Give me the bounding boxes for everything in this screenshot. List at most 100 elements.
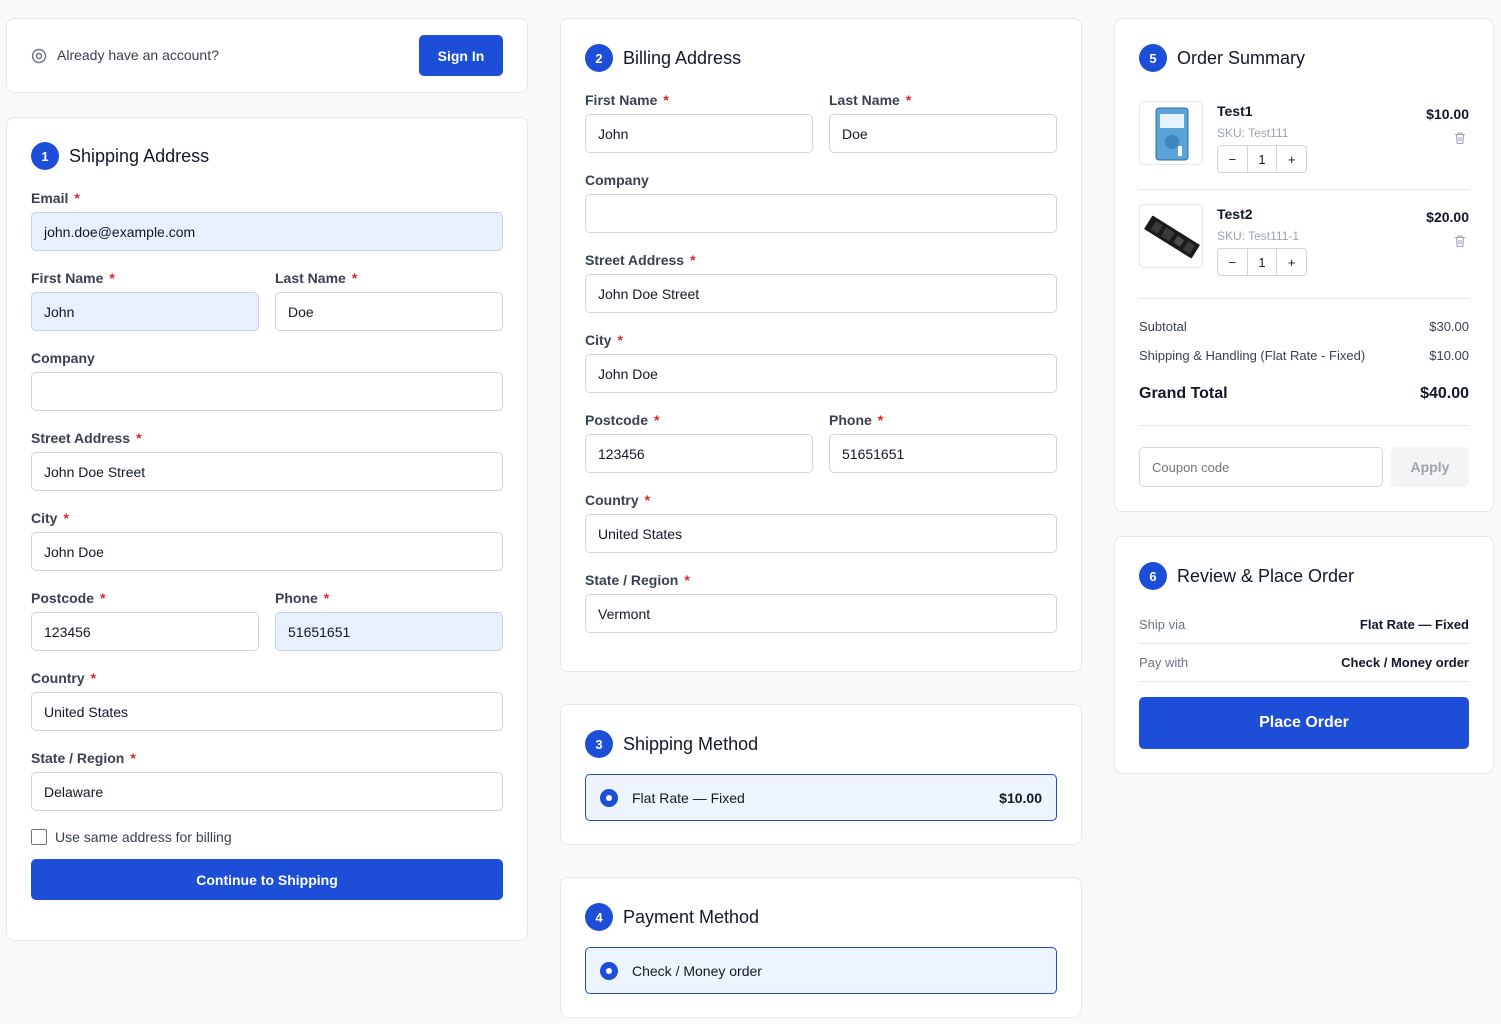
increase-button[interactable]: +: [1277, 249, 1306, 275]
divider: [1139, 298, 1469, 299]
divider: [1139, 681, 1469, 682]
step-badge: 6: [1139, 562, 1167, 590]
divider: [1139, 643, 1469, 644]
email-field: Email * john.doe@example.com: [31, 189, 503, 251]
trash-icon[interactable]: [1453, 131, 1467, 145]
last-name-input[interactable]: Doe: [275, 292, 503, 331]
state-label: State / Region: [585, 572, 679, 588]
item-sku: SKU: Test111: [1217, 126, 1289, 140]
postcode-input[interactable]: 123456: [31, 612, 259, 651]
billing-country-field: Country * United States: [585, 491, 1057, 553]
radio-selected[interactable]: [600, 788, 618, 807]
city-field: City * John Doe: [31, 509, 503, 571]
required-mark: *: [905, 92, 912, 108]
state-select[interactable]: Delaware: [31, 772, 503, 811]
required-mark: *: [323, 590, 330, 606]
postcode-field: Postcode * 123456: [31, 589, 259, 651]
payment-option-check[interactable]: Check / Money order: [585, 947, 1057, 994]
last-name-label: Last Name: [275, 270, 346, 286]
first-name-input[interactable]: John: [31, 292, 259, 331]
billing-country-select[interactable]: United States: [585, 514, 1057, 553]
billing-state-select[interactable]: Vermont: [585, 594, 1057, 633]
billing-postcode-input[interactable]: 123456: [585, 434, 813, 473]
quantity-stepper: − 1 +: [1217, 248, 1307, 276]
postcode-label: Postcode: [31, 590, 95, 606]
first-name-label: First Name: [585, 92, 658, 108]
apply-button[interactable]: Apply: [1391, 447, 1469, 487]
place-order-button[interactable]: Place Order: [1139, 697, 1469, 749]
quantity-value[interactable]: 1: [1246, 146, 1278, 172]
street-input[interactable]: John Doe Street: [31, 452, 503, 491]
subtotal-value: $30.00: [1429, 319, 1469, 334]
same-billing-checkbox[interactable]: Use same address for billing: [31, 829, 232, 845]
billing-company-input[interactable]: [585, 194, 1057, 233]
trash-icon[interactable]: [1453, 234, 1467, 248]
shipping-row: Shipping & Handling (Flat Rate - Fixed) …: [1139, 348, 1469, 363]
required-mark: *: [130, 750, 136, 766]
shipping-method-card: 3 Shipping Method Flat Rate — Fixed $10.…: [560, 704, 1082, 845]
grand-total-row: Grand Total $40.00: [1139, 385, 1469, 403]
billing-phone-input[interactable]: 51651651: [829, 434, 1057, 473]
last-name-label: Last Name: [829, 92, 900, 108]
first-name-field: First Name * John: [31, 269, 259, 331]
grand-total-label: Grand Total: [1139, 385, 1228, 402]
phone-input[interactable]: 51651651: [275, 612, 503, 651]
billing-street-input[interactable]: John Doe Street: [585, 274, 1057, 313]
ship-via-label: Ship via: [1139, 617, 1186, 632]
city-label: City: [585, 332, 612, 348]
state-field: State / Region * Delaware: [31, 749, 503, 811]
signin-prompt: Already have an account?: [57, 47, 219, 63]
company-input[interactable]: [31, 372, 503, 411]
coupon-input[interactable]: [1139, 447, 1383, 487]
review-card: 6 Review & Place Order Ship via Flat Rat…: [1114, 536, 1494, 774]
billing-city-input[interactable]: John Doe: [585, 354, 1057, 393]
required-mark: *: [877, 412, 884, 428]
ship-via-row: Ship via Flat Rate — Fixed: [1139, 617, 1469, 632]
quantity-stepper: − 1 +: [1217, 145, 1307, 173]
country-select[interactable]: United States: [31, 692, 503, 731]
decrease-button[interactable]: −: [1218, 249, 1247, 275]
billing-first-name-input[interactable]: John: [585, 114, 813, 153]
radio-selected[interactable]: [600, 961, 618, 980]
grand-total-value: $40.00: [1420, 385, 1469, 402]
payment-method-card: 4 Payment Method Check / Money order: [560, 877, 1082, 1018]
billing-city-field: City * John Doe: [585, 331, 1057, 393]
required-mark: *: [690, 252, 696, 268]
step-badge: 2: [585, 44, 613, 72]
shipping-option-price: $10.00: [999, 789, 1042, 806]
checkbox-box[interactable]: [31, 829, 47, 845]
required-mark: *: [100, 590, 106, 606]
billing-first-name-field: First Name * John: [585, 91, 813, 153]
shipping-address-card: 1 Shipping Address Email * john.doe@examp…: [6, 117, 528, 941]
required-mark: *: [351, 270, 358, 286]
billing-address-card: 2 Billing Address First Name * John Last …: [560, 18, 1082, 672]
shipping-method-header: 3 Shipping Method: [585, 730, 758, 758]
city-input[interactable]: John Doe: [31, 532, 503, 571]
subtotal-label: Subtotal: [1139, 319, 1187, 334]
order-summary-header: 5 Order Summary: [1139, 44, 1305, 72]
billing-last-name-field: Last Name * Doe: [829, 91, 1057, 153]
shipping-option-flat-rate[interactable]: Flat Rate — Fixed $10.00: [585, 774, 1057, 821]
sign-in-button[interactable]: Sign In: [419, 35, 503, 76]
step-badge: 3: [585, 730, 613, 758]
street-field: Street Address * John Doe Street: [31, 429, 503, 491]
divider: [1139, 425, 1469, 426]
street-label: Street Address: [31, 430, 131, 446]
continue-to-shipping-button[interactable]: Continue to Shipping: [31, 859, 503, 900]
city-label: City: [31, 510, 58, 526]
billing-last-name-input[interactable]: Doe: [829, 114, 1057, 153]
item-price: $10.00: [1426, 106, 1469, 122]
payment-method-header: 4 Payment Method: [585, 903, 759, 931]
increase-button[interactable]: +: [1277, 146, 1306, 172]
required-mark: *: [684, 572, 690, 588]
billing-postcode-field: Postcode * 123456: [585, 411, 813, 473]
street-label: Street Address: [585, 252, 685, 268]
pay-with-label: Pay with: [1139, 655, 1189, 670]
item-name: Test1: [1217, 103, 1253, 119]
phone-label: Phone: [275, 590, 318, 606]
email-input[interactable]: john.doe@example.com: [31, 212, 503, 251]
quantity-value[interactable]: 1: [1246, 249, 1278, 275]
state-label: State / Region: [31, 750, 125, 766]
required-mark: *: [654, 412, 660, 428]
decrease-button[interactable]: −: [1218, 146, 1247, 172]
